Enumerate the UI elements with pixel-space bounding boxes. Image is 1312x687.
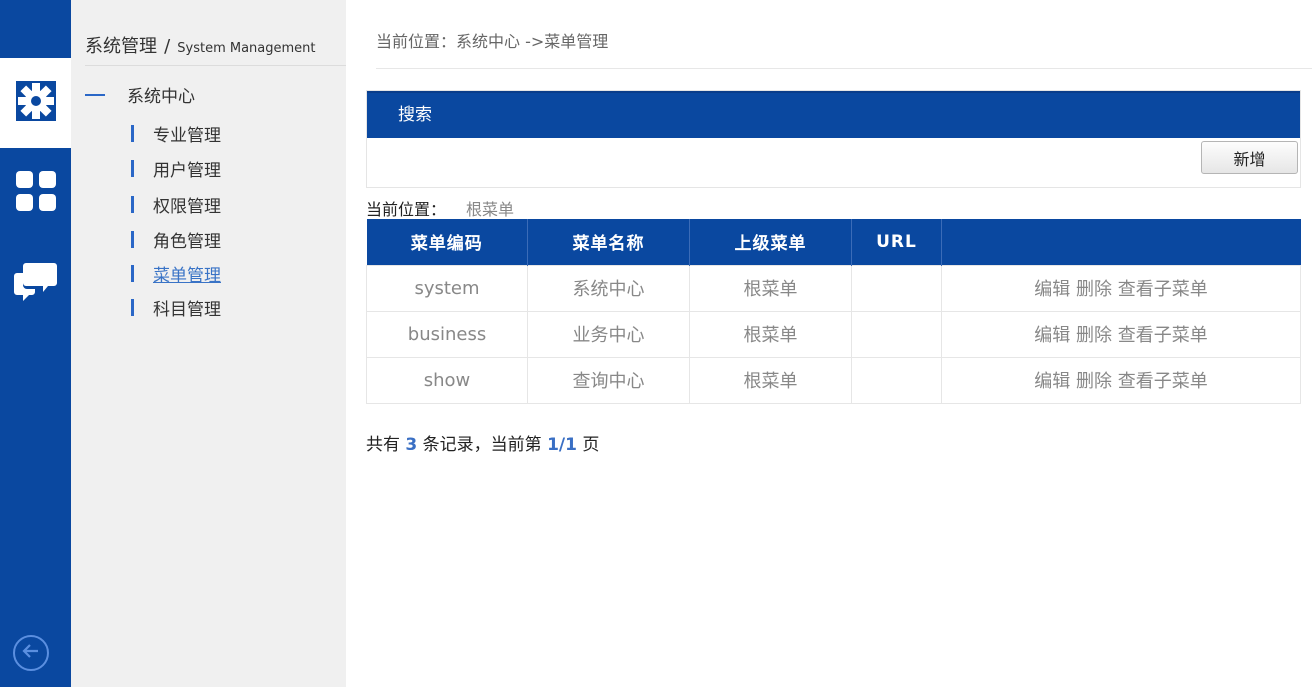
dashboard-grid-icon	[15, 170, 57, 216]
collapse-dash-icon	[85, 93, 105, 96]
sidebar-item-subjects[interactable]: 科目管理	[131, 295, 221, 320]
cell-parent: 根菜单	[689, 356, 852, 404]
delete-link[interactable]: 删除	[1076, 371, 1112, 392]
sidebar-title: 系统管理	[85, 36, 157, 57]
cell-url	[851, 356, 942, 404]
breadcrumb-divider	[376, 68, 1312, 69]
pager-middle: 条记录，当前第	[422, 435, 542, 455]
item-bar-icon	[131, 125, 134, 142]
back-arrow-icon	[21, 641, 41, 665]
sidebar-item-roles[interactable]: 角色管理	[131, 227, 221, 252]
cell-parent: 根菜单	[689, 310, 852, 358]
column-header-url: URL	[851, 219, 942, 265]
item-bar-icon	[131, 265, 134, 282]
delete-link[interactable]: 删除	[1076, 325, 1112, 346]
view-children-link[interactable]: 查看子菜单	[1118, 371, 1208, 392]
cell-name: 业务中心	[527, 310, 690, 358]
column-header-actions	[941, 219, 1301, 265]
sidebar-item-users[interactable]: 用户管理	[131, 156, 221, 181]
delete-link[interactable]: 删除	[1076, 279, 1112, 300]
breadcrumb: 当前位置：系统中心 ->菜单管理	[376, 32, 609, 51]
table-row: business 业务中心 根菜单 编辑 删除 查看子菜单	[366, 310, 1301, 358]
icon-rail	[0, 0, 71, 687]
cell-actions: 编辑 删除 查看子菜单	[941, 310, 1301, 358]
cell-name: 查询中心	[527, 356, 690, 404]
gear-icon	[14, 79, 58, 127]
view-children-link[interactable]: 查看子菜单	[1118, 325, 1208, 346]
sidebar-subtitle: System Management	[177, 41, 316, 56]
sidebar-group-system-center[interactable]: 系统中心	[85, 82, 195, 107]
current-location-label: 当前位置：	[366, 200, 447, 219]
column-header-code: 菜单编码	[366, 219, 528, 265]
rail-item-system[interactable]	[0, 58, 71, 148]
back-button[interactable]	[13, 635, 49, 671]
add-button[interactable]: 新增	[1201, 141, 1298, 174]
pager-prefix: 共有	[366, 435, 400, 455]
sidebar: 系统管理 / System Management 系统中心 专业管理 用户管理 …	[71, 0, 346, 687]
page-indicator: 1/1	[547, 435, 577, 455]
rail-item-dashboard[interactable]	[0, 148, 71, 238]
cell-actions: 编辑 删除 查看子菜单	[941, 264, 1301, 312]
cell-code: show	[366, 356, 528, 404]
item-bar-icon	[131, 299, 134, 316]
sidebar-item-label: 专业管理	[153, 126, 221, 146]
cell-url	[851, 310, 942, 358]
sidebar-header: 系统管理 / System Management	[85, 32, 346, 66]
item-bar-icon	[131, 160, 134, 177]
current-location-value[interactable]: 根菜单	[466, 200, 514, 219]
sidebar-item-permissions[interactable]: 权限管理	[131, 192, 221, 217]
item-bar-icon	[131, 196, 134, 213]
current-location: 当前位置： 根菜单	[366, 196, 514, 220]
chat-bubbles-icon	[13, 261, 58, 305]
sidebar-item-label: 菜单管理	[153, 266, 221, 286]
edit-link[interactable]: 编辑	[1034, 371, 1070, 392]
search-panel-title: 搜索	[367, 91, 1300, 138]
cell-code: system	[366, 264, 528, 312]
sidebar-item-label: 权限管理	[153, 197, 221, 217]
sidebar-group-label: 系统中心	[127, 87, 195, 107]
cell-name: 系统中心	[527, 264, 690, 312]
table-row: show 查询中心 根菜单 编辑 删除 查看子菜单	[366, 356, 1301, 404]
table-row: system 系统中心 根菜单 编辑 删除 查看子菜单	[366, 264, 1301, 312]
search-panel: 搜索 新增	[366, 90, 1301, 188]
column-header-name: 菜单名称	[527, 219, 690, 265]
rail-item-messages[interactable]	[0, 238, 71, 328]
pager-suffix: 页	[582, 435, 600, 455]
table-header-row: 菜单编码 菜单名称 上级菜单 URL	[366, 219, 1301, 265]
cell-parent: 根菜单	[689, 264, 852, 312]
menu-table: 菜单编码 菜单名称 上级菜单 URL system 系统中心 根菜单 编辑 删除…	[366, 219, 1301, 404]
cell-url	[851, 264, 942, 312]
cell-actions: 编辑 删除 查看子菜单	[941, 356, 1301, 404]
record-count: 3	[405, 435, 418, 455]
edit-link[interactable]: 编辑	[1034, 325, 1070, 346]
sidebar-item-label: 用户管理	[153, 161, 221, 181]
edit-link[interactable]: 编辑	[1034, 279, 1070, 300]
column-header-parent: 上级菜单	[689, 219, 852, 265]
cell-code: business	[366, 310, 528, 358]
sidebar-item-label: 角色管理	[153, 232, 221, 252]
item-bar-icon	[131, 231, 134, 248]
view-children-link[interactable]: 查看子菜单	[1118, 279, 1208, 300]
sidebar-item-major[interactable]: 专业管理	[131, 121, 221, 146]
sidebar-item-menus[interactable]: 菜单管理	[131, 261, 221, 286]
sidebar-item-label: 科目管理	[153, 300, 221, 320]
pagination-summary: 共有 3 条记录，当前第 1/1 页	[366, 430, 599, 455]
sidebar-title-separator: /	[164, 36, 171, 57]
